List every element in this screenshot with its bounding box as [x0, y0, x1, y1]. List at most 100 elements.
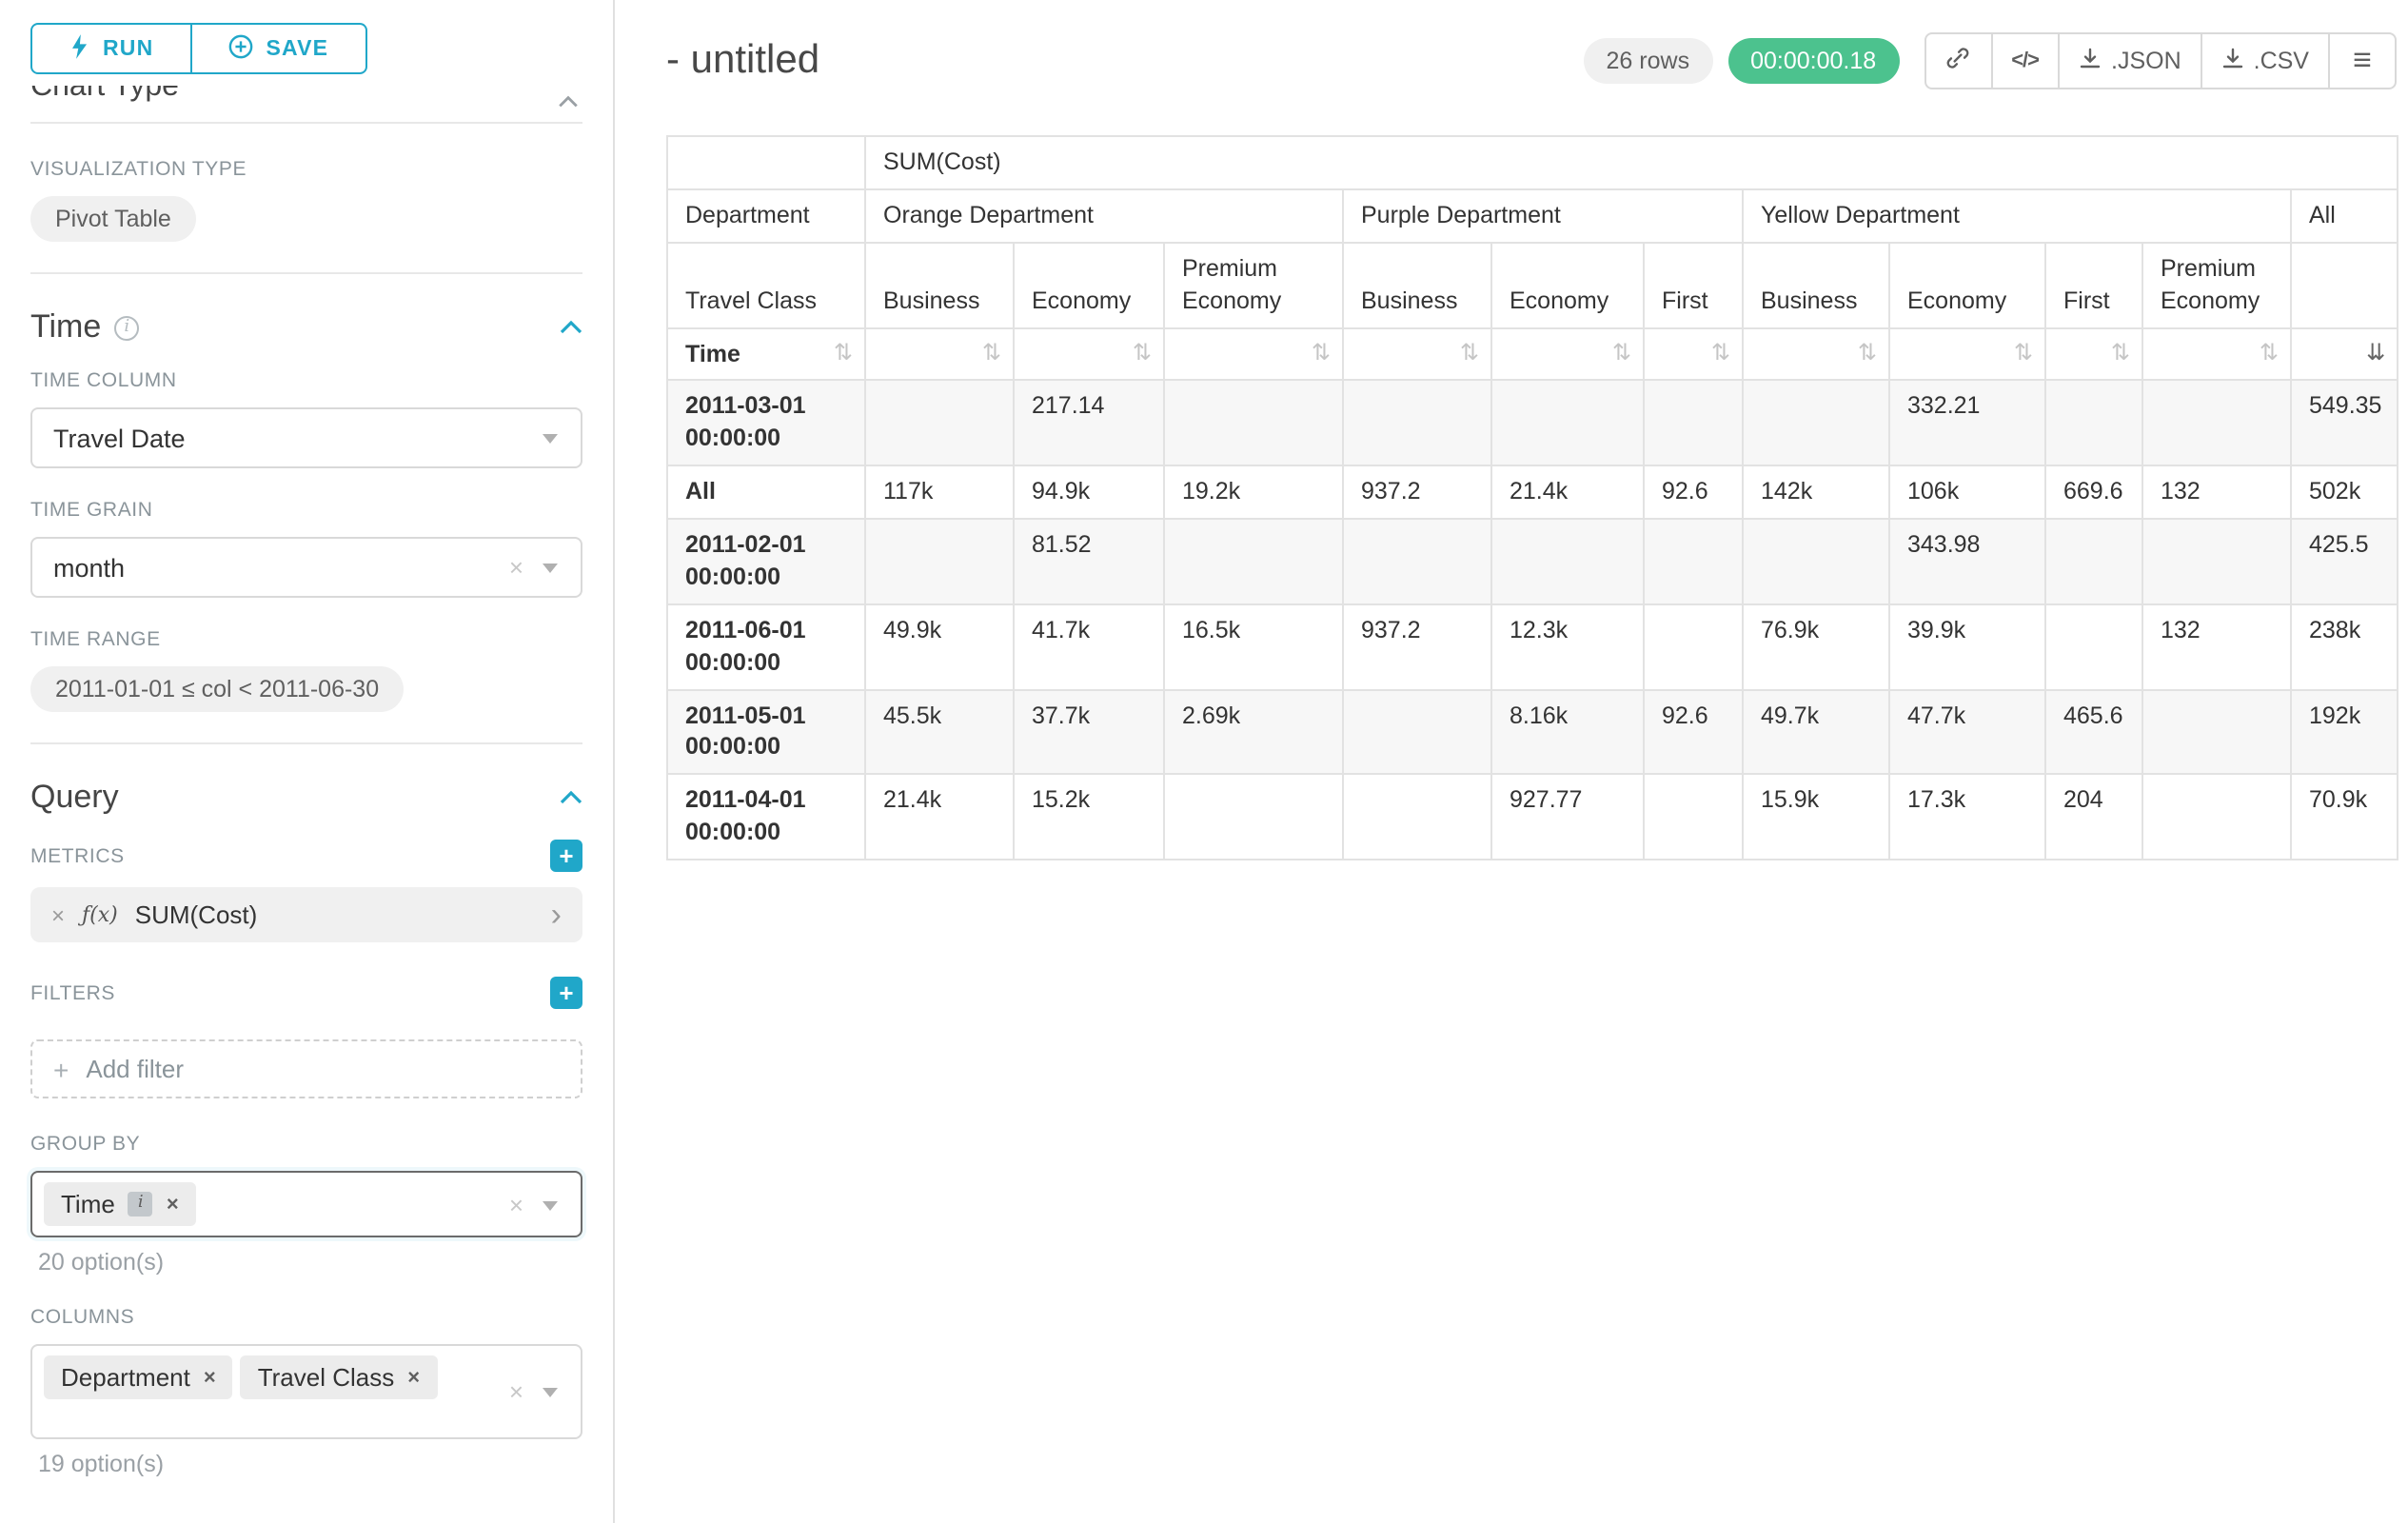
row-header-cell: 2011-05-01 00:00:00 — [667, 689, 865, 775]
remove-tag-icon[interactable]: × — [167, 1193, 179, 1216]
travel-class-cell: Premium Economy — [2142, 243, 2291, 328]
remove-metric-icon[interactable]: × — [51, 901, 65, 928]
run-button[interactable]: RUN — [30, 23, 191, 74]
department-dim-cell: Department — [667, 189, 865, 243]
sort-icon[interactable]: ⇅ — [1133, 338, 1152, 367]
sort-icon[interactable]: ⇅ — [2014, 338, 2033, 367]
columns-tag[interactable]: Travel Class × — [241, 1355, 437, 1399]
department-header-row: DepartmentOrange DepartmentPurple Depart… — [667, 189, 2398, 243]
clear-icon[interactable]: × — [509, 553, 523, 582]
sort-icon[interactable]: ⇅ — [1858, 338, 1877, 367]
value-cell: 47.7k — [1889, 689, 2045, 775]
collapse-time-icon[interactable] — [560, 320, 582, 335]
clear-icon[interactable]: × — [509, 1377, 523, 1406]
remove-tag-icon[interactable]: × — [407, 1366, 420, 1389]
add-filter-plus-button[interactable]: + — [550, 977, 582, 1009]
value-cell: 94.9k — [1014, 465, 1164, 519]
menu-button[interactable]: ≡ — [2328, 32, 2397, 89]
value-cell: 39.9k — [1889, 604, 2045, 690]
time-range-pill[interactable]: 2011-01-01 ≤ col < 2011-06-30 — [30, 666, 404, 712]
value-cell: 106k — [1889, 465, 2045, 519]
columns-options-hint: 19 option(s) — [0, 1439, 613, 1477]
value-cell — [1743, 381, 1889, 466]
row-header-cell: 2011-03-01 00:00:00 — [667, 381, 865, 466]
metric-item[interactable]: × ƒ(x) SUM(Cost) › — [30, 887, 582, 942]
link-icon — [1945, 46, 1970, 76]
department-group-cell: Orange Department — [865, 189, 1343, 243]
copy-link-button[interactable] — [1924, 32, 1992, 89]
time-dim-cell: Time ⇅ — [667, 327, 865, 381]
travel-class-dim-cell: Travel Class — [667, 243, 865, 328]
value-cell: 92.6 — [1644, 465, 1743, 519]
filters-header: FILTERS + — [0, 942, 613, 1009]
travel-class-cell: First — [2045, 243, 2142, 328]
sort-cell: ⇅ — [2045, 327, 2142, 381]
travel-class-cell: Economy — [1014, 243, 1164, 328]
value-cell: 192k — [2291, 689, 2398, 775]
code-icon: </> — [2011, 49, 2039, 72]
hamburger-icon: ≡ — [2353, 42, 2372, 80]
time-range-label: TIME RANGE — [30, 628, 582, 651]
value-cell — [1644, 519, 1743, 604]
save-button[interactable]: SAVE — [191, 23, 366, 74]
sort-cell: ⇅ — [2142, 327, 2291, 381]
filters-label: FILTERS — [30, 981, 115, 1004]
sort-icon[interactable]: ⇅ — [2260, 338, 2279, 367]
view-query-button[interactable]: </> — [1990, 32, 2060, 89]
time-label: Time — [685, 340, 740, 366]
value-cell: 937.2 — [1343, 465, 1491, 519]
travel-class-cell: Business — [1743, 243, 1889, 328]
pivot-data-row: 2011-05-01 00:00:0045.5k37.7k2.69k8.16k9… — [667, 689, 2398, 775]
chevron-right-icon[interactable]: › — [551, 899, 562, 931]
value-cell: 21.4k — [865, 775, 1014, 860]
group-by-tag[interactable]: Time i × — [44, 1182, 196, 1226]
sort-icon[interactable]: ⇅ — [982, 338, 1001, 367]
sort-icon[interactable]: ⇅ — [1711, 338, 1730, 367]
time-column-select[interactable]: Travel Date — [30, 407, 582, 468]
value-cell: 425.5 — [2291, 519, 2398, 604]
clear-icon[interactable]: × — [509, 1190, 523, 1218]
columns-tag[interactable]: Department × — [44, 1355, 233, 1399]
remove-tag-icon[interactable]: × — [204, 1366, 216, 1389]
sort-icon[interactable]: ⇅ — [2111, 338, 2130, 367]
columns-label: COLUMNS — [0, 1276, 613, 1329]
add-metric-button[interactable]: + — [550, 840, 582, 872]
value-cell: 41.7k — [1014, 604, 1164, 690]
sort-icon[interactable]: ⇅ — [834, 338, 853, 367]
value-cell: 12.3k — [1491, 604, 1644, 690]
pivot-data-row: 2011-02-01 00:00:0081.52343.98425.5 — [667, 519, 2398, 604]
columns-select[interactable]: Department × Travel Class × × — [30, 1344, 582, 1439]
sort-icon[interactable]: ⇅ — [1612, 338, 1631, 367]
time-section-header: Time i — [0, 274, 613, 369]
function-icon: ƒ(x) — [82, 902, 118, 927]
chevron-down-icon — [543, 434, 558, 444]
visualization-type-pill[interactable]: Pivot Table — [30, 196, 196, 242]
value-cell: 76.9k — [1743, 604, 1889, 690]
sort-cell: ⇅ — [1889, 327, 2045, 381]
add-filter-button[interactable]: + Add filter — [30, 1039, 582, 1098]
value-cell — [2142, 381, 2291, 466]
value-cell — [1743, 519, 1889, 604]
sort-desc-icon[interactable]: ⇊ — [2366, 338, 2385, 367]
pivot-table-container: SUM(Cost)DepartmentOrange DepartmentPurp… — [666, 135, 2397, 860]
value-cell — [865, 519, 1014, 604]
group-by-select[interactable]: Time i × × — [30, 1171, 582, 1237]
sort-icon[interactable]: ⇅ — [1312, 338, 1331, 367]
plus-circle-icon — [227, 33, 252, 64]
row-header-cell: 2011-06-01 00:00:00 — [667, 604, 865, 690]
value-cell: 37.7k — [1014, 689, 1164, 775]
time-grain-select[interactable]: month × — [30, 537, 582, 598]
collapse-query-icon[interactable] — [560, 790, 582, 805]
export-json-button[interactable]: .JSON — [2058, 32, 2202, 89]
export-csv-button[interactable]: .CSV — [2201, 32, 2330, 89]
group-by-options-hint: 20 option(s) — [0, 1237, 613, 1276]
chevron-up-icon[interactable] — [558, 86, 579, 110]
value-cell — [2142, 775, 2291, 860]
sort-icon[interactable]: ⇅ — [1460, 338, 1479, 367]
row-header-cell: 2011-04-01 00:00:00 — [667, 775, 865, 860]
travel-class-cell: Economy — [1889, 243, 2045, 328]
value-cell: 15.9k — [1743, 775, 1889, 860]
download-icon — [2221, 47, 2244, 75]
chart-toolbar: 26 rows 00:00:00.18 </> — [1584, 32, 2397, 89]
value-cell — [1644, 604, 1743, 690]
